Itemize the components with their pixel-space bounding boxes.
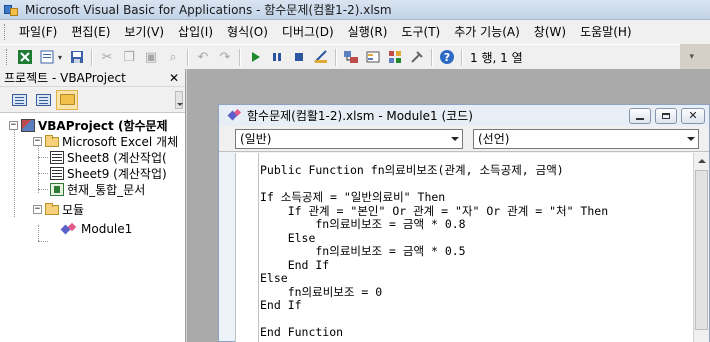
code-window-title: 함수문제(컴활1-2).xlsm - Module1 (코드): [247, 109, 473, 123]
tree-item-excel-objects[interactable]: − Microsoft Excel 개체: [33, 133, 178, 149]
insert-module-icon[interactable]: [36, 47, 58, 67]
close-icon[interactable]: ✕: [167, 71, 181, 85]
save-icon[interactable]: [66, 47, 88, 67]
project-explorer-toolbar: [0, 87, 185, 113]
code-line[interactable]: ​: [260, 178, 608, 192]
menu-bar: 파일(F) 편집(E) 보기(V) 삽입(I) 형식(O) 디버그(D) 실행(…: [0, 20, 710, 44]
chevron-down-icon[interactable]: [447, 130, 462, 148]
help-icon[interactable]: ?: [436, 47, 458, 67]
run-icon[interactable]: [244, 47, 266, 67]
copy-icon[interactable]: ❐: [118, 47, 140, 67]
project-explorer-panel: 프로젝트 - VBAProject ✕ − VBAProject (함수문제 −…: [0, 69, 186, 342]
margin-indicator-bar[interactable]: [236, 153, 259, 342]
undo-icon[interactable]: ↶: [192, 47, 214, 67]
code-line[interactable]: ​: [260, 313, 608, 327]
tree-item-sheet9[interactable]: Sheet9 (계산작업): [50, 165, 167, 181]
menu-format[interactable]: 형식(O): [220, 22, 275, 42]
toolbox-icon[interactable]: [406, 47, 428, 67]
view-code-icon[interactable]: [8, 90, 30, 110]
collapse-icon[interactable]: −: [9, 120, 18, 130]
standard-toolbar: ▾ ✂ ❐ ▣ ⌕ ↶ ↷ ? 1 행, 1 열 ▾: [0, 44, 694, 69]
code-text[interactable]: Public Function fn의료비보조(관계, 소득공제, 금액)​If…: [260, 163, 608, 340]
module-icon: [62, 223, 78, 235]
collapse-icon[interactable]: −: [33, 204, 42, 214]
toolbar-grip[interactable]: [6, 49, 9, 65]
worksheet-icon: [50, 166, 64, 180]
project-explorer-titlebar: 프로젝트 - VBAProject ✕: [0, 69, 185, 87]
tree-item-project[interactable]: − VBAProject (함수문제: [9, 117, 168, 133]
insert-dropdown-icon[interactable]: ▾: [58, 53, 66, 62]
folder-icon: [45, 135, 59, 147]
menu-view[interactable]: 보기(V): [117, 22, 171, 42]
break-icon[interactable]: [266, 47, 288, 67]
code-window: 함수문제(컴활1-2).xlsm - Module1 (코드) ✕ (일반) (…: [218, 104, 710, 342]
tree-item-sheet8[interactable]: Sheet8 (계산작업(: [50, 149, 167, 165]
vba-app-icon: [4, 3, 20, 17]
close-button[interactable]: ✕: [681, 107, 705, 124]
project-explorer-title: 프로젝트 - VBAProject: [4, 71, 126, 85]
properties-icon[interactable]: [362, 47, 384, 67]
cut-icon[interactable]: ✂: [96, 47, 118, 67]
code-window-titlebar: 함수문제(컴활1-2).xlsm - Module1 (코드) ✕: [219, 105, 709, 126]
vba-project-icon: [21, 118, 35, 132]
window-title: Microsoft Visual Basic for Applications …: [25, 3, 392, 17]
code-line[interactable]: Else: [260, 271, 608, 286]
scroll-down-icon[interactable]: [175, 91, 183, 109]
code-window-combos: (일반) (선언): [219, 126, 709, 152]
excel-icon[interactable]: [14, 47, 36, 67]
restore-button[interactable]: [655, 107, 677, 124]
title-bar: Microsoft Visual Basic for Applications …: [0, 0, 710, 20]
code-line[interactable]: End If: [260, 298, 608, 313]
menu-file[interactable]: 파일(F): [12, 22, 64, 42]
scrollbar-thumb[interactable]: [695, 170, 708, 330]
view-object-icon[interactable]: [32, 90, 54, 110]
redo-icon[interactable]: ↷: [214, 47, 236, 67]
cursor-position: 1 행, 1 열: [470, 50, 523, 65]
tree-item-workbook[interactable]: 현재_통합_문서: [50, 181, 145, 197]
code-line[interactable]: fn의료비보조 = 금액 * 0.8: [260, 217, 608, 232]
minimize-button[interactable]: [629, 107, 651, 124]
menu-window[interactable]: 창(W): [527, 22, 573, 42]
menu-run[interactable]: 실행(R): [341, 22, 395, 42]
code-line[interactable]: If 관계 = "본인" Or 관계 = "자" Or 관계 = "처" The…: [260, 204, 608, 219]
code-line[interactable]: If 소득공제 = "일반의료비" Then: [260, 190, 608, 205]
folder-icon: [45, 203, 59, 215]
collapse-icon[interactable]: −: [33, 136, 42, 146]
code-line[interactable]: Public Function fn의료비보조(관계, 소득공제, 금액): [260, 163, 608, 178]
menu-addins[interactable]: 추가 기능(A): [447, 22, 527, 42]
svg-text:?: ?: [444, 51, 450, 64]
workbook-icon: [50, 182, 64, 196]
object-combo[interactable]: (일반): [235, 128, 463, 149]
code-line[interactable]: End Function: [260, 325, 608, 340]
project-explorer-icon[interactable]: [340, 47, 362, 67]
worksheet-icon: [50, 150, 64, 164]
scroll-up-icon[interactable]: [694, 153, 710, 169]
menu-grip[interactable]: [4, 24, 7, 40]
code-line[interactable]: fn의료비보조 = 0: [260, 285, 608, 300]
paste-icon[interactable]: ▣: [140, 47, 162, 67]
object-browser-icon[interactable]: [384, 47, 406, 67]
menu-insert[interactable]: 삽입(I): [171, 22, 220, 42]
menu-debug[interactable]: 디버그(D): [275, 22, 341, 42]
find-icon[interactable]: ⌕: [162, 47, 184, 67]
menu-edit[interactable]: 편집(E): [64, 22, 117, 42]
toolbar-options-icon[interactable]: ▾: [689, 52, 694, 62]
procedure-combo[interactable]: (선언): [473, 128, 699, 149]
code-line[interactable]: Else: [260, 231, 608, 246]
design-mode-icon[interactable]: [310, 47, 332, 67]
vertical-scrollbar[interactable]: [693, 153, 709, 342]
project-tree: − VBAProject (함수문제 − Microsoft Excel 개체 …: [0, 113, 185, 242]
code-editor[interactable]: Public Function fn의료비보조(관계, 소득공제, 금액)​If…: [235, 153, 695, 342]
tree-item-module1[interactable]: Module1: [62, 221, 133, 237]
menu-help[interactable]: 도움말(H): [573, 22, 639, 42]
chevron-down-icon[interactable]: [683, 130, 698, 148]
tree-item-modules[interactable]: − 모듈: [33, 201, 84, 217]
code-line[interactable]: fn의료비보조 = 금액 * 0.5: [260, 244, 608, 259]
reset-icon[interactable]: [288, 47, 310, 67]
toggle-folders-icon[interactable]: [56, 89, 78, 110]
module-icon: [229, 110, 242, 122]
code-line[interactable]: End If: [260, 258, 608, 273]
menu-tools[interactable]: 도구(T): [394, 22, 447, 42]
